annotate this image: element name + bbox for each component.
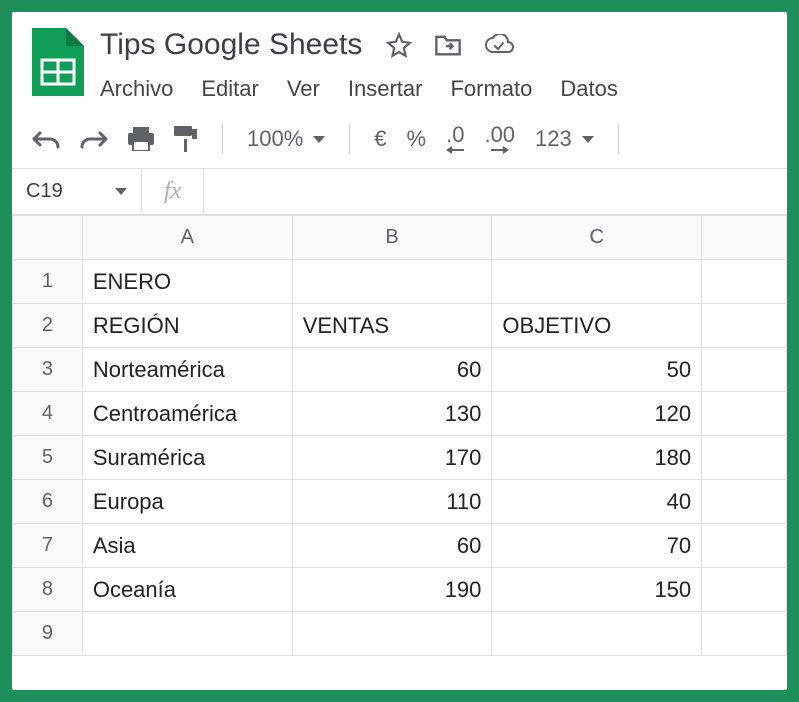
increase-decimal-button[interactable]: .00 [484,124,515,154]
sheets-logo-icon [32,28,84,96]
cell-reference: C19 [26,180,63,203]
column-header-A[interactable]: A [82,216,292,260]
cell-A4[interactable]: Centroamérica [82,392,292,436]
paint-format-icon[interactable] [174,126,198,152]
cell-B6[interactable]: 110 [292,480,492,524]
cell-A3[interactable]: Norteamérica [82,348,292,392]
menu-ver[interactable]: Ver [287,76,320,102]
header: Tips Google Sheets Archivo Editar Ver [12,12,787,110]
cell-C9[interactable] [492,612,702,656]
cell-A6[interactable]: Europa [82,480,292,524]
percent-button[interactable]: % [407,126,427,152]
name-box[interactable]: C19 [12,169,142,214]
menu-archivo[interactable]: Archivo [100,76,173,102]
row-header-8[interactable]: 8 [13,568,83,612]
cell-C6[interactable]: 40 [492,480,702,524]
row-header-6[interactable]: 6 [13,480,83,524]
spreadsheet-grid[interactable]: A B C 1 ENERO 2 REGIÓN VENTAS OBJETIVO 3 [12,215,787,690]
column-header-C[interactable]: C [492,216,702,260]
menu-insertar[interactable]: Insertar [348,76,423,102]
cell-C1[interactable] [492,260,702,304]
row-header-9[interactable]: 9 [13,612,83,656]
column-header-empty[interactable] [702,216,787,260]
toolbar: 100% € % .0 .00 123 [12,110,787,169]
chevron-down-icon [115,188,127,195]
formula-bar: C19 fx [12,169,787,215]
cell-B2[interactable]: VENTAS [292,304,492,348]
cell-C5[interactable]: 180 [492,436,702,480]
row-header-7[interactable]: 7 [13,524,83,568]
move-folder-icon[interactable] [434,33,462,57]
cell-B7[interactable]: 60 [292,524,492,568]
cell-C4[interactable]: 120 [492,392,702,436]
formula-input[interactable] [204,169,787,214]
column-header-B[interactable]: B [292,216,492,260]
row-header-2[interactable]: 2 [13,304,83,348]
number-format-dropdown[interactable]: 123 [535,126,594,152]
cell-C2[interactable]: OBJETIVO [492,304,702,348]
cell-A8[interactable]: Oceanía [82,568,292,612]
cell-B4[interactable]: 130 [292,392,492,436]
cloud-status-icon[interactable] [484,34,514,56]
currency-button[interactable]: € [374,126,386,152]
zoom-dropdown[interactable]: 100% [247,126,325,152]
row-header-4[interactable]: 4 [13,392,83,436]
cell-A5[interactable]: Suramérica [82,436,292,480]
decrease-decimal-button[interactable]: .0 [446,124,464,154]
row-header-3[interactable]: 3 [13,348,83,392]
cell-C3[interactable]: 50 [492,348,702,392]
menu-datos[interactable]: Datos [560,76,617,102]
select-all-corner[interactable] [13,216,83,260]
redo-icon[interactable] [80,129,108,149]
cell-A9[interactable] [82,612,292,656]
star-icon[interactable] [386,32,412,58]
cell-A7[interactable]: Asia [82,524,292,568]
cell-B8[interactable]: 190 [292,568,492,612]
cell-B3[interactable]: 60 [292,348,492,392]
cell-A1[interactable]: ENERO [82,260,292,304]
document-title[interactable]: Tips Google Sheets [100,28,362,62]
menu-editar[interactable]: Editar [201,76,258,102]
menu-bar: Archivo Editar Ver Insertar Formato Dato… [100,76,767,102]
fx-icon: fx [142,169,204,214]
row-header-5[interactable]: 5 [13,436,83,480]
spreadsheet-app: Tips Google Sheets Archivo Editar Ver [12,12,787,690]
menu-formato[interactable]: Formato [450,76,532,102]
print-icon[interactable] [128,127,154,151]
cell-B9[interactable] [292,612,492,656]
cell-B1[interactable] [292,260,492,304]
cell-B5[interactable]: 170 [292,436,492,480]
cell-C8[interactable]: 150 [492,568,702,612]
cell-A2[interactable]: REGIÓN [82,304,292,348]
cell-C7[interactable]: 70 [492,524,702,568]
row-header-1[interactable]: 1 [13,260,83,304]
undo-icon[interactable] [32,129,60,149]
